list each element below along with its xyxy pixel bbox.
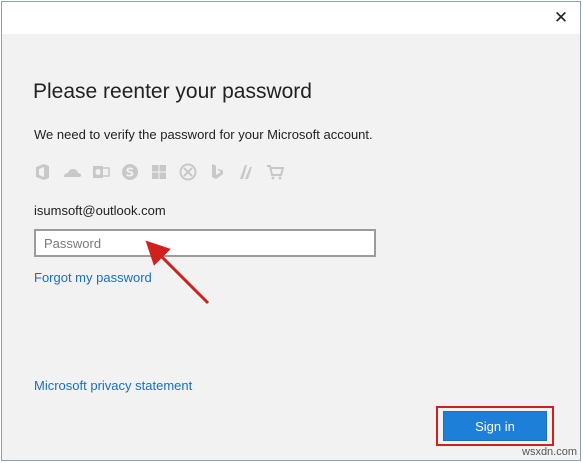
store-icon [265,162,285,182]
annotation-arrow [145,240,210,305]
service-icons-row: S [33,162,285,182]
close-icon: ✕ [553,8,569,27]
title-bar: ✕ [2,2,580,34]
sign-in-button[interactable]: Sign in [443,411,547,441]
outlook-icon [91,162,111,182]
watermark: wsxdn.com [522,446,578,458]
windows-icon [149,162,169,182]
xbox-icon [178,162,198,182]
privacy-statement-link[interactable]: Microsoft privacy statement [34,378,192,393]
close-button[interactable]: ✕ [552,9,570,27]
account-email: isumsoft@outlook.com [34,203,166,218]
forgot-password-link[interactable]: Forgot my password [34,270,152,285]
page-title: Please reenter your password [33,80,312,103]
svg-text:S: S [126,166,135,180]
onedrive-icon [62,162,82,182]
bing-icon [207,162,227,182]
msn-icon [236,162,256,182]
office-icon [33,162,53,182]
skype-icon: S [120,162,140,182]
description-text: We need to verify the password for your … [34,127,373,142]
